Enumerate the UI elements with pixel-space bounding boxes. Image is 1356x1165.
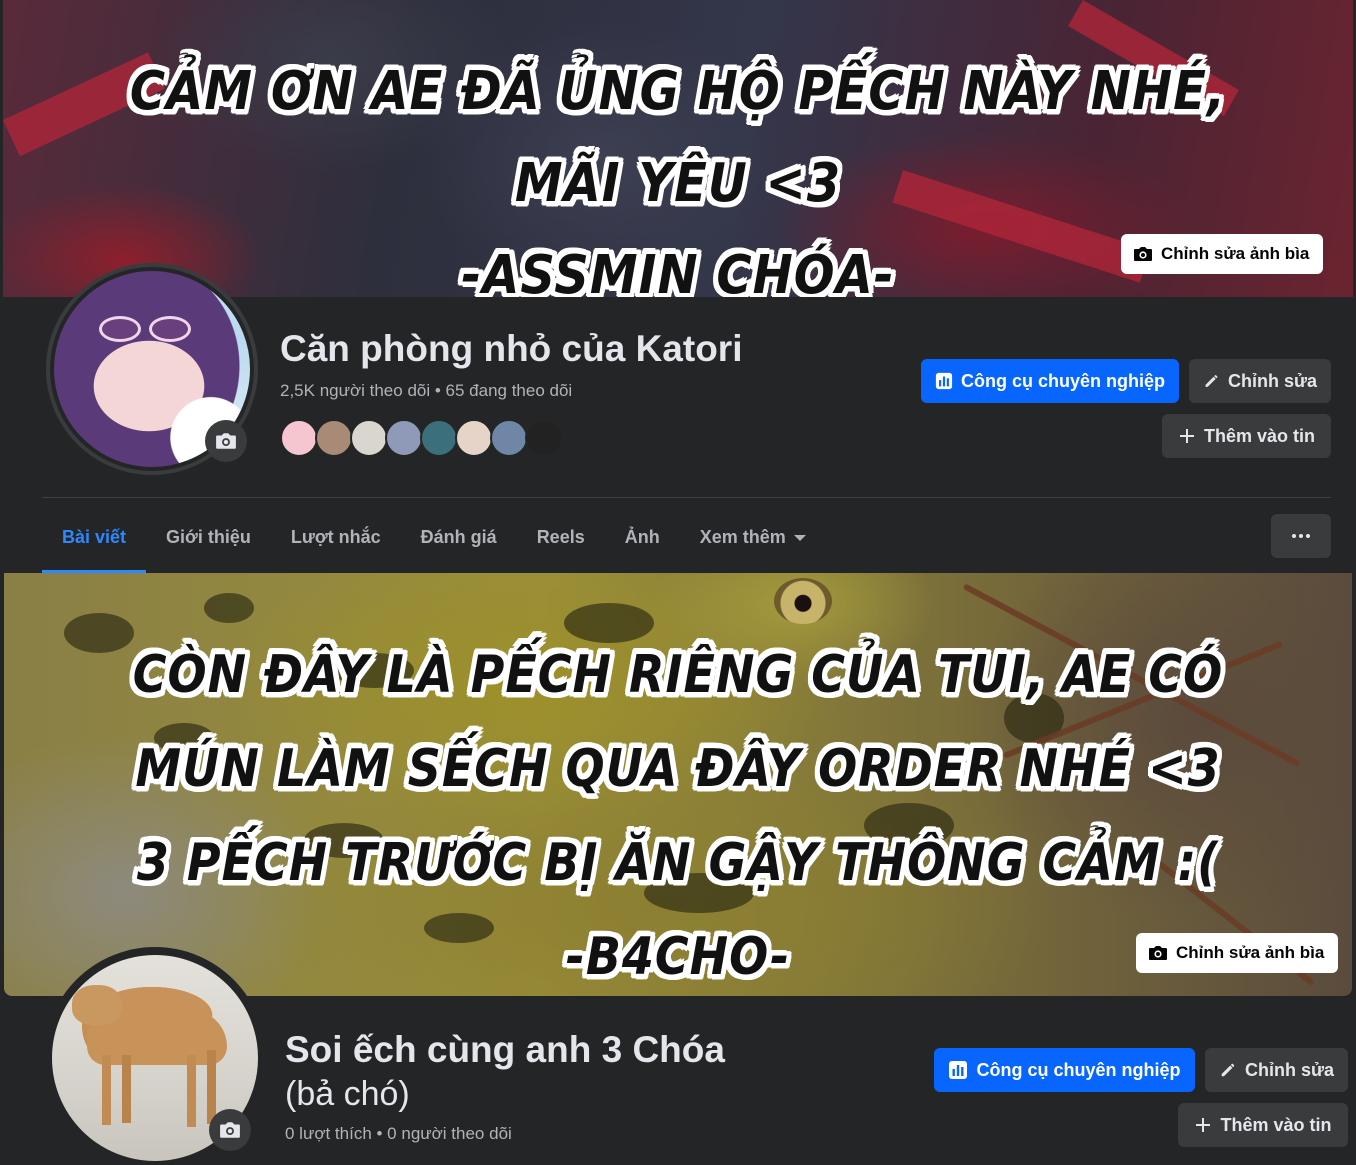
professional-tools-button[interactable]: Công cụ chuyên nghiệp <box>921 359 1179 403</box>
tab-label: Bài viết <box>62 527 127 547</box>
tab-label: Ảnh <box>624 527 660 547</box>
page-stats[interactable]: 2,5K người theo dõi • 65 đang theo dõi <box>280 381 572 401</box>
add-to-story-button[interactable]: Thêm vào tin <box>1162 414 1331 458</box>
tab-about[interactable]: Giới thiệu <box>146 514 271 573</box>
dog-leg-detail <box>187 1055 196 1127</box>
edit-cover-label: Chỉnh sửa ảnh bìa <box>1176 943 1325 962</box>
dog-head-detail <box>72 985 122 1025</box>
tab-label: Giới thiệu <box>166 527 251 547</box>
page-stats[interactable]: 0 lượt thích • 0 người theo dõi <box>285 1124 512 1144</box>
dog-leg-detail <box>122 1055 131 1123</box>
bar-chart-icon <box>949 1061 968 1079</box>
profile-tabs: Bài viết Giới thiệu Lượt nhắc Đánh giá R… <box>42 514 826 573</box>
add-to-story-button[interactable]: Thêm vào tin <box>1178 1103 1348 1147</box>
add-to-story-label: Thêm vào tin <box>1220 1114 1332 1135</box>
tab-mentions[interactable]: Lượt nhắc <box>271 514 401 573</box>
dog-leg-detail <box>207 1050 216 1124</box>
cover-photo[interactable]: CÒN ĐÂY LÀ PẾCH RIÊNG CỦA TUI, AE CÓ MÚN… <box>4 573 1352 996</box>
tab-reels[interactable]: Reels <box>517 514 605 573</box>
camera-icon <box>216 433 236 449</box>
tab-label: Xem thêm <box>699 527 786 547</box>
edit-cover-label: Chỉnh sửa ảnh bìa <box>1161 244 1310 263</box>
cover-caption-line: MÚN LÀM SẾCH QUA ĐÂY ORDER NHÉ <3 <box>135 737 1221 799</box>
more-options-button[interactable] <box>1271 514 1331 558</box>
update-profile-picture-button[interactable] <box>209 1109 251 1151</box>
dog-leg-detail <box>102 1055 111 1125</box>
professional-tools-label: Công cụ chuyên nghiệp <box>960 370 1165 391</box>
bar-chart-icon <box>935 372 953 390</box>
sunglasses-detail <box>149 316 191 342</box>
tab-photos[interactable]: Ảnh <box>605 514 680 573</box>
tab-label: Đánh giá <box>420 527 497 547</box>
tab-label: Reels <box>536 527 585 547</box>
camera-icon <box>1149 946 1167 960</box>
tab-reviews[interactable]: Đánh giá <box>401 514 517 573</box>
page-category: (bả chó) <box>285 1075 410 1113</box>
add-to-story-label: Thêm vào tin <box>1203 425 1315 446</box>
edit-page-label: Chỉnh sửa <box>1244 1059 1334 1080</box>
more-dots-icon <box>1292 534 1310 538</box>
caret-down-icon <box>793 535 806 541</box>
tab-posts[interactable]: Bài viết <box>42 514 147 573</box>
edit-cover-button[interactable]: Chỉnh sửa ảnh bìa <box>1136 933 1339 973</box>
plus-icon <box>1179 429 1194 443</box>
pencil-icon <box>1205 375 1218 387</box>
cover-photo[interactable]: CẢM ƠN AE ĐÃ ỦNG HỘ PẾCH NÀY NHÉ, MÃI YÊ… <box>3 0 1353 297</box>
page-header-soi-ech: CÒN ĐÂY LÀ PẾCH RIÊNG CỦA TUI, AE CÓ MÚN… <box>0 573 1356 1165</box>
cover-caption-line: CÒN ĐÂY LÀ PẾCH RIÊNG CỦA TUI, AE CÓ <box>132 643 1224 705</box>
tab-see-more[interactable]: Xem thêm <box>680 514 826 573</box>
follower-avatar[interactable] <box>315 419 353 457</box>
cover-caption-line: 3 PẾCH TRƯỚC BỊ ĂN GẬY THÔNG CẢM :( <box>136 831 1220 893</box>
follower-avatar[interactable] <box>280 419 318 457</box>
page-header-katori: CẢM ƠN AE ĐÃ ỦNG HỘ PẾCH NÀY NHÉ, MÃI YÊ… <box>0 0 1356 573</box>
follower-avatar[interactable] <box>525 419 563 457</box>
pencil-icon <box>1221 1063 1235 1077</box>
cover-caption-line: CẢM ƠN AE ĐÃ ỦNG HỘ PẾCH NÀY NHÉ, <box>129 59 1227 123</box>
follower-avatar[interactable] <box>350 419 388 457</box>
follower-avatar[interactable] <box>490 419 528 457</box>
tab-label: Lượt nhắc <box>290 527 381 547</box>
edit-cover-button[interactable]: Chỉnh sửa ảnh bìa <box>1121 234 1324 274</box>
follower-avatar[interactable] <box>455 419 493 457</box>
frog-eye-detail <box>774 578 832 624</box>
follower-avatar[interactable] <box>420 419 458 457</box>
professional-tools-label: Công cụ chuyên nghiệp <box>976 1059 1181 1080</box>
follower-avatars[interactable] <box>280 419 563 457</box>
sunglasses-detail <box>99 316 141 342</box>
edit-page-label: Chỉnh sửa <box>1227 370 1317 391</box>
edit-page-button[interactable]: Chỉnh sửa <box>1205 1048 1348 1092</box>
camera-icon <box>220 1122 240 1138</box>
professional-tools-button[interactable]: Công cụ chuyên nghiệp <box>934 1048 1195 1092</box>
edit-page-button[interactable]: Chỉnh sửa <box>1189 359 1331 403</box>
plus-icon <box>1196 1118 1211 1132</box>
divider <box>42 497 1331 498</box>
update-profile-picture-button[interactable] <box>205 420 247 462</box>
cover-caption-line: MÃI YÊU <3 <box>514 151 842 215</box>
page-title: Soi ếch cùng anh 3 Chóa <box>285 1029 725 1070</box>
camera-icon <box>1134 247 1152 261</box>
page-title: Căn phòng nhỏ của Katori <box>280 328 743 369</box>
follower-avatar[interactable] <box>385 419 423 457</box>
